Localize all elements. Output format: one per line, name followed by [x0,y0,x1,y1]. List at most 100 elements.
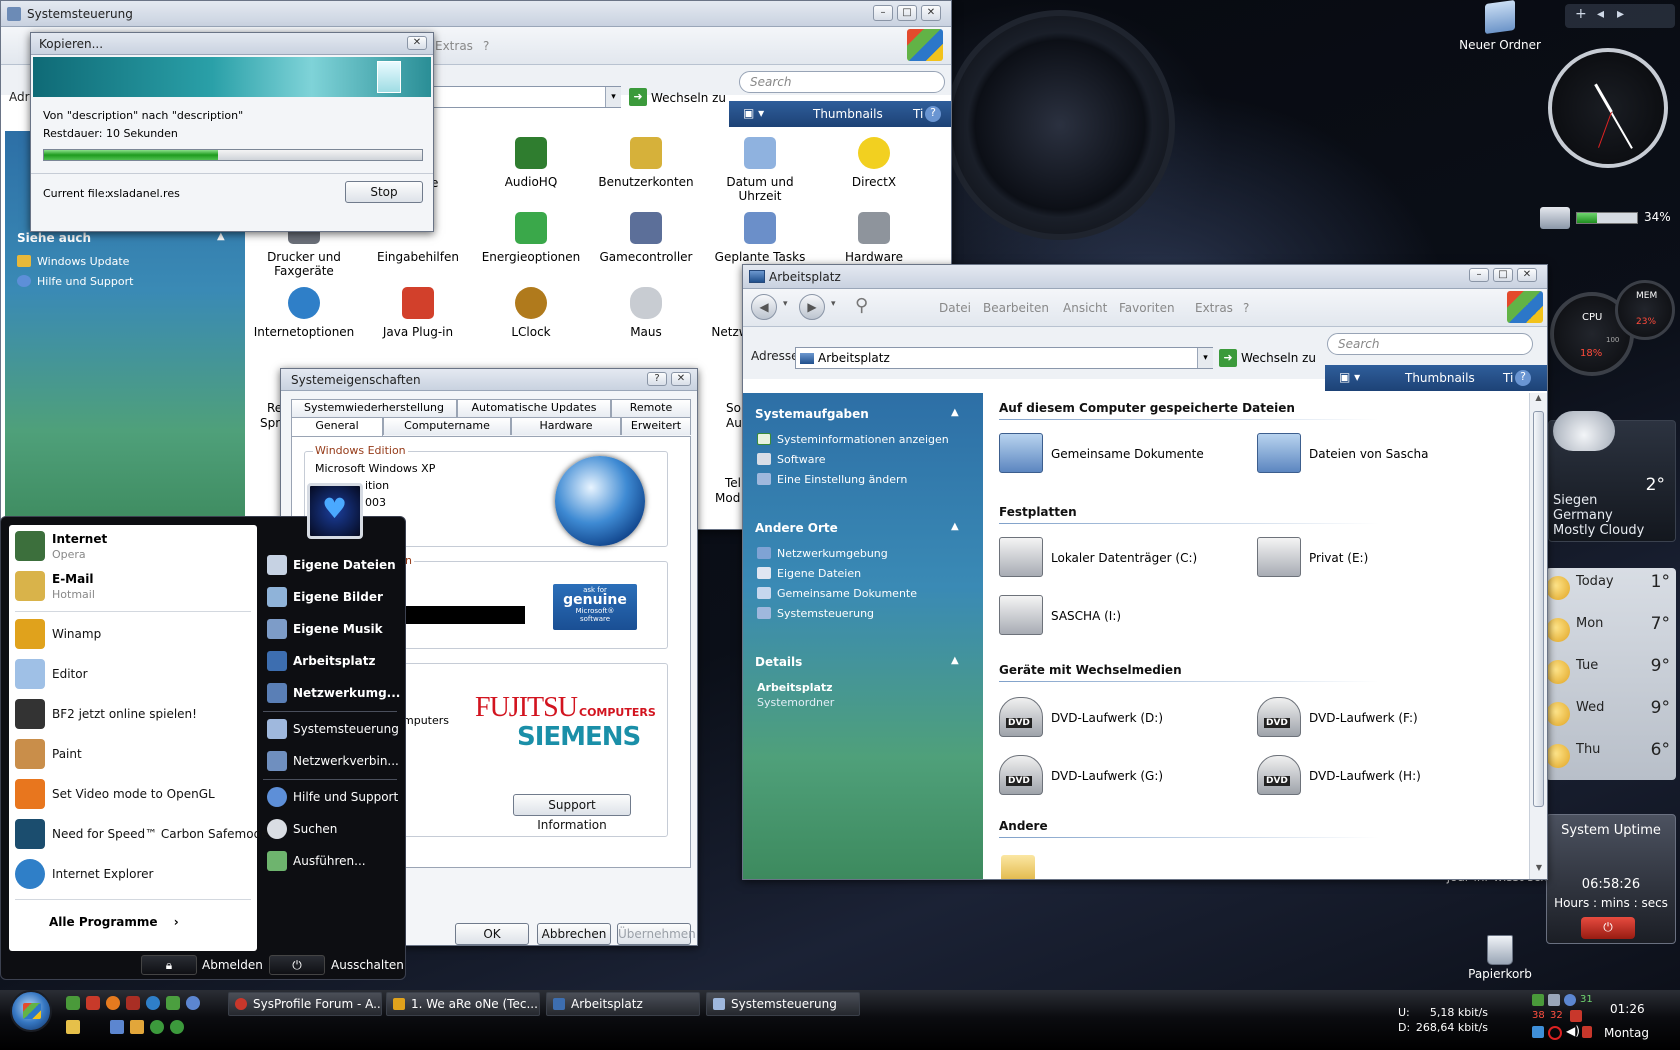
cp-icon-scheduled-tasks[interactable]: Geplante Tasks [705,212,815,264]
quick-launch-icon[interactable] [66,1020,80,1034]
taskbar-button-sysprofile[interactable]: SysProfile Forum - A... [228,992,382,1016]
program-nfs-carbon[interactable]: Need for Speed™ Carbon Safemode [15,817,269,853]
quick-launch-icon[interactable] [130,1020,144,1034]
lock-button[interactable]: 🔒︎ [141,955,197,975]
tray-icon[interactable] [1532,1026,1544,1038]
cp-icon-mouse[interactable]: Maus [591,287,701,339]
quick-launch-icon[interactable] [126,996,140,1010]
tray-icon[interactable] [1564,994,1576,1006]
cp-icon-audiohq[interactable]: AudioHQ [476,137,586,189]
program-opengl[interactable]: Set Video mode to OpenGL [15,777,251,813]
see-also-help-support[interactable]: Hilfe und Support [17,275,133,288]
search-input[interactable]: Search [1327,333,1533,355]
forward-button[interactable]: ▶ [799,294,825,320]
shutdown-label[interactable]: Ausschalten [331,958,404,972]
previous-icon[interactable]: ◂ [1597,6,1604,22]
no-entry-icon[interactable] [1548,1026,1562,1040]
view-thumbnails[interactable]: Thumbnails [813,107,883,121]
tab-system-restore[interactable]: Systemwiederherstellung [291,399,457,417]
clock-gadget[interactable] [1548,48,1668,168]
cp-icon-game-controllers[interactable]: Gamecontroller [591,212,701,264]
menu-extras[interactable]: Extras [435,39,473,53]
close-button[interactable]: ✕ [671,372,691,386]
uptime-power-button[interactable]: ⏻ [1581,917,1635,939]
minimize-button[interactable]: – [873,5,893,21]
place-control-panel[interactable]: Systemsteuerung [757,607,874,620]
taskbar-button-my-computer[interactable]: Arbeitsplatz [546,992,700,1016]
title-bar[interactable]: Kopieren... ✕ [31,33,433,55]
tray-icon[interactable] [1532,994,1544,1006]
messenger-icon[interactable] [166,996,180,1010]
tray-icon[interactable] [1548,994,1560,1006]
cp-icon-power-options[interactable]: Energieoptionen [476,212,586,264]
scroll-down-icon[interactable]: ▼ [1530,863,1548,879]
start-button[interactable] [10,990,52,1032]
uptime-gadget[interactable]: System Uptime 06:58:26 Hours : mins : se… [1546,814,1676,944]
back-button[interactable]: ◀ [751,294,777,320]
collapse-icon[interactable]: ▲ [951,407,959,418]
battery-gadget[interactable]: 34% [1540,205,1674,231]
add-gadget-icon[interactable]: + [1575,6,1587,22]
view-tiles[interactable]: Ti [913,107,923,121]
collapse-icon[interactable]: ▲ [951,521,959,532]
close-button[interactable]: ✕ [921,5,941,21]
logoff-label[interactable]: Abmelden [202,958,263,972]
program-winamp[interactable]: Winamp [15,617,251,653]
maximize-button[interactable]: □ [897,5,917,21]
desktop-icon-new-folder[interactable]: Neuer Ordner [1448,0,1552,52]
quick-launch-icon[interactable] [150,1020,164,1034]
close-button[interactable]: ✕ [1517,268,1537,282]
goto-button[interactable]: Wechseln zu [1241,351,1316,365]
quick-launch-icon[interactable] [66,996,80,1010]
pinned-internet[interactable]: Internet Opera [15,529,251,565]
task-software[interactable]: Software [757,453,826,466]
pinned-email[interactable]: E-Mail Hotmail [15,569,251,605]
program-bf2[interactable]: BF2 jetzt online spielen! [15,697,251,733]
minimize-button[interactable]: – [1469,268,1489,282]
folder-icon[interactable] [1001,855,1035,879]
menu-extras[interactable]: Extras [1195,301,1233,315]
firefox-icon[interactable] [106,996,120,1010]
title-bar[interactable]: Systemsteuerung – □ ✕ [1,1,951,27]
apply-button[interactable]: Übernehmen [617,923,696,945]
tab-computer-name[interactable]: Computername [383,417,511,435]
taskbar-button-winamp[interactable]: 1. We aRe oNe (Tec... [386,992,540,1016]
program-editor[interactable]: Editor [15,657,251,693]
scroll-up-icon[interactable]: ▲ [1530,393,1547,409]
menu-view[interactable]: Ansicht [1063,301,1107,315]
tray-icon[interactable] [1570,1010,1582,1022]
tab-remote[interactable]: Remote [611,399,691,417]
weather-gadget[interactable]: 2° Siegen Germany Mostly Cloudy [1548,411,1676,542]
address-dropdown-icon[interactable]: ▾ [1197,348,1213,368]
go-arrow-icon[interactable]: ➜ [1219,349,1237,367]
program-internet-explorer[interactable]: Internet Explorer [15,857,251,893]
collapse-icon[interactable]: ▲ [217,231,225,242]
go-arrow-icon[interactable]: ➜ [629,88,647,106]
task-change-setting[interactable]: Eine Einstellung ändern [757,473,907,486]
address-field[interactable] [421,86,621,108]
collapse-icon[interactable]: ▲ [951,655,959,666]
support-information-button[interactable]: Support Information [513,794,631,832]
menu-edit[interactable]: Bearbeiten [983,301,1049,315]
close-button[interactable]: ✕ [407,36,427,50]
goto-button[interactable]: Wechseln zu [651,91,726,105]
tab-advanced[interactable]: Erweitert [621,417,691,435]
view-thumbnails[interactable]: Thumbnails [1405,371,1475,385]
tab-hardware[interactable]: Hardware [511,417,621,435]
ok-button[interactable]: OK [455,923,529,945]
see-also-windows-update[interactable]: Windows Update [17,255,129,268]
all-programs-button[interactable]: Alle Programme › [49,915,179,929]
quick-launch-icon[interactable] [170,1020,184,1034]
volume-icon[interactable]: ◀) [1566,1024,1580,1038]
menu-help[interactable]: ? [1243,301,1249,315]
task-system-info[interactable]: Systeminformationen anzeigen [757,433,949,446]
menu-help[interactable]: ? [483,39,489,53]
clock-time[interactable]: 01:26 [1610,1002,1645,1016]
view-icon[interactable]: ▣ ▾ [1339,370,1360,384]
cp-icon-directx[interactable]: DirectX [819,137,929,189]
tab-automatic-updates[interactable]: Automatische Updates [457,399,611,417]
search-icon[interactable]: ⚲ [855,295,868,316]
program-paint[interactable]: Paint [15,737,251,773]
menu-favorites[interactable]: Favoriten [1119,301,1175,315]
search-input[interactable]: Search [739,71,945,93]
